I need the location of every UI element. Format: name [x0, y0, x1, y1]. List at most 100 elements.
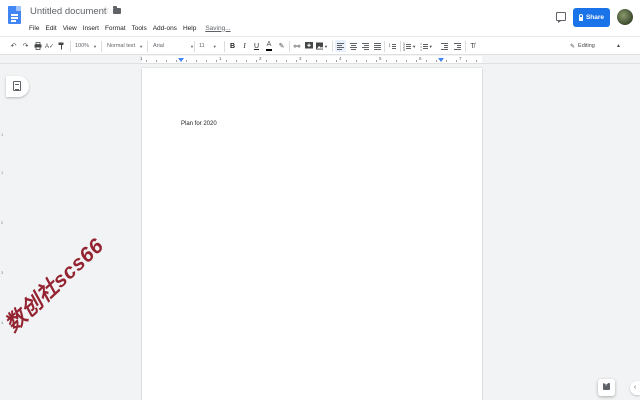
horizontal-ruler[interactable]: 1 1 2 3 4 5 6 7	[0, 55, 640, 64]
numbered-list-icon[interactable]: 1 2 3 ▼	[403, 40, 416, 52]
paragraph-style-select[interactable]: Normal text ▼	[106, 40, 144, 52]
menu-view[interactable]: View	[63, 25, 77, 32]
header-bar: Untitled document ☆ File Edit View Inser…	[0, 0, 640, 36]
chevron-down-icon: ▼	[212, 43, 217, 49]
ruler-number: 6	[419, 56, 422, 61]
align-left-icon	[337, 42, 344, 51]
document-body-text[interactable]: Plan for 2020	[181, 121, 217, 127]
menu-add-ons[interactable]: Add-ons	[153, 25, 177, 32]
ruler-tick	[276, 60, 277, 62]
save-status[interactable]: Saving...	[205, 25, 230, 32]
document-outline-button[interactable]	[6, 76, 29, 97]
menu-insert[interactable]: Insert	[83, 25, 99, 32]
menu-file[interactable]: File	[29, 25, 39, 32]
ruler-number: 1	[140, 56, 143, 61]
justify-icon	[373, 42, 381, 51]
ruler-tick	[336, 60, 337, 62]
italic-button[interactable]: I	[240, 40, 249, 52]
insert-image-icon[interactable]: ▼	[316, 40, 328, 52]
align-right-button[interactable]	[360, 40, 370, 52]
folder-icon[interactable]	[113, 6, 121, 14]
justify-button[interactable]	[372, 40, 382, 52]
ruler-number: 3	[299, 56, 302, 61]
ruler-tick	[446, 60, 447, 62]
print-icon[interactable]	[33, 40, 42, 52]
undo-icon[interactable]: ↶	[9, 40, 18, 52]
ruler-tick	[226, 60, 227, 62]
zoom-select[interactable]: 100% ▼	[74, 40, 98, 52]
ruler-tick	[176, 60, 177, 62]
redo-icon[interactable]: ↷	[21, 40, 30, 52]
comment-history-icon[interactable]	[556, 12, 566, 23]
highlight-icon[interactable]: ✎	[277, 40, 286, 52]
ruler-number: 1	[1, 170, 4, 175]
ruler-tick	[436, 60, 437, 62]
chevron-down-icon: ▼	[324, 43, 328, 49]
left-indent-marker[interactable]	[178, 58, 184, 62]
ruler-tick	[476, 60, 477, 62]
share-label: Share	[585, 14, 605, 21]
right-indent-marker[interactable]	[438, 58, 444, 62]
underline-button[interactable]: U	[252, 40, 261, 52]
explore-button[interactable]	[598, 379, 615, 396]
star-icon[interactable]: ☆	[101, 5, 110, 16]
ruler-tick	[456, 60, 457, 62]
ruler-number: 4	[339, 56, 342, 61]
menu-help[interactable]: Help	[183, 25, 196, 32]
ruler-tick	[236, 60, 237, 62]
menu-format[interactable]: Format	[105, 25, 126, 32]
align-right-icon	[361, 42, 369, 51]
paint-format-icon[interactable]	[57, 40, 66, 52]
document-title[interactable]: Untitled document	[30, 6, 107, 17]
ruler-number: 1	[1, 132, 4, 137]
ruler-number: 2	[1, 220, 4, 225]
ruler-tick	[396, 60, 397, 62]
align-center-button[interactable]	[348, 40, 358, 52]
google-docs-icon[interactable]	[8, 6, 21, 24]
share-button[interactable]: Share	[573, 8, 610, 27]
menu-edit[interactable]: Edit	[45, 25, 56, 32]
clear-formatting-icon[interactable]: T̸	[468, 40, 477, 52]
align-center-icon	[349, 42, 357, 51]
ruler-tick	[386, 60, 387, 62]
ruler-tick	[206, 60, 207, 62]
ruler-tick	[316, 60, 317, 62]
menu-tools[interactable]: Tools	[132, 25, 147, 32]
decrease-indent-icon[interactable]	[440, 40, 449, 52]
spellcheck-icon[interactable]: A✓	[45, 40, 54, 52]
ruler-number: 2	[259, 56, 262, 61]
chevron-down-icon: ▼	[93, 43, 98, 49]
ruler-tick	[196, 60, 197, 62]
editing-mode-select[interactable]: ✎ Editing	[570, 40, 604, 52]
align-left-button[interactable]	[335, 40, 346, 52]
chevron-down-icon: ▼	[428, 43, 433, 49]
avatar[interactable]	[617, 9, 633, 25]
side-panel-toggle[interactable]: ‹	[630, 381, 640, 395]
line-spacing-icon[interactable]: ↕	[387, 40, 397, 52]
font-select[interactable]: Arial ▼	[153, 40, 194, 52]
ruler-tick	[256, 60, 257, 62]
bold-button[interactable]: B	[228, 40, 237, 52]
ruler-tick	[266, 60, 267, 62]
document-page[interactable]	[142, 68, 482, 400]
text-color-button[interactable]: A	[264, 40, 274, 52]
collapse-menus-icon[interactable]: ▲	[614, 40, 623, 52]
ruler-tick	[356, 60, 357, 62]
ruler-tick	[406, 60, 407, 62]
ruler-number: 3	[1, 270, 4, 275]
ruler-tick	[346, 60, 347, 62]
vertical-ruler[interactable]: 1 1 2 3 4	[0, 65, 6, 400]
add-comment-icon[interactable]	[304, 40, 313, 52]
text-color-icon: A	[265, 41, 273, 51]
link-icon[interactable]: ⚯	[292, 40, 302, 52]
ruler-number: 1	[219, 56, 222, 61]
increase-indent-icon[interactable]	[453, 40, 462, 52]
bulleted-list-icon[interactable]: • • • ▼	[420, 40, 433, 52]
ruler-tick	[296, 60, 297, 62]
ruler-tick	[156, 60, 157, 62]
ruler-tick	[146, 60, 147, 62]
font-size-select[interactable]: 11 ▼	[199, 40, 221, 52]
menu-bar: File Edit View Insert Format Tools Add-o…	[29, 23, 231, 33]
ruler-tick	[366, 60, 367, 62]
outline-icon	[13, 81, 21, 91]
